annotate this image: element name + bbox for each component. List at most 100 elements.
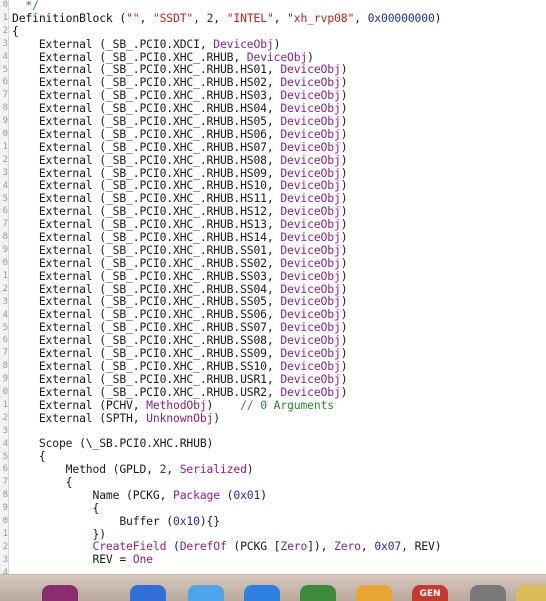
code-token: DefinitionBlock ( [12, 10, 127, 25]
code-token: Buffer ( [12, 513, 173, 528]
dock-app-8-icon[interactable] [470, 585, 506, 601]
code-token: , [193, 10, 207, 25]
code-token: DeviceObj [280, 268, 341, 283]
code-token: DeviceObj [280, 230, 341, 245]
code-token: External (_SB_.PCI0.XHC_.RHUB.SS03, [12, 268, 281, 283]
code-token: ) [340, 371, 348, 386]
code-token: ) [340, 152, 348, 167]
code-token: External (_SB_.PCI0.XHC_.RHUB.HS04, [12, 101, 281, 116]
code-token: ) [340, 281, 348, 296]
code-token: DeviceObj [280, 294, 341, 309]
code-token: // 0 Arguments [240, 397, 334, 412]
code-token: ) [340, 230, 348, 245]
code-token: ) [340, 191, 348, 206]
code-token: External (_SB_.PCI0.XHC_.RHUB.SS10, [12, 358, 281, 373]
code-token: UnknownObj [146, 410, 214, 425]
code-token: ) [340, 165, 348, 180]
line-number: 5 [2, 451, 8, 462]
code-token: ) [340, 358, 348, 373]
code-token: External (_SB_.PCI0.XHC_.RHUB.USR2, [12, 384, 281, 399]
code-token: 0x07 [374, 539, 402, 554]
code-token: Package [173, 487, 220, 502]
code-token: External (_SB_.PCI0.XHC_.RHUB.HS14, [12, 230, 281, 245]
code-token: ) [213, 410, 220, 425]
code-token: ) [246, 462, 254, 477]
line-number: 9 [2, 374, 8, 385]
code-token: External (_SB_.PCI0.XHC_.RHUB, [12, 49, 247, 64]
line-number: 2 [2, 25, 8, 36]
line-number: 6 [2, 335, 8, 346]
code-token: DeviceObj [280, 307, 341, 322]
code-token: External (_SB_.PCI0.XHC_.RHUB.SS07, [12, 320, 281, 335]
code-token: }) [12, 526, 106, 541]
code-token: ) [340, 242, 348, 257]
code-token: ) [340, 204, 348, 219]
dock-app-7-icon[interactable]: GEN [412, 585, 448, 601]
line-number: 0 [2, 516, 8, 526]
code-token: ) [340, 88, 348, 103]
line-number: 2 [2, 154, 8, 165]
code-line: REV = One [12, 553, 546, 566]
code-token: External (_SB_.PCI0.XHC_.RHUB.HS03, [12, 88, 281, 103]
dock-app-4-icon[interactable] [244, 585, 280, 601]
code-token: DeviceObj [280, 242, 341, 257]
code-token: , [354, 10, 368, 25]
code-token: DeviceObj [280, 384, 341, 399]
code-token: External (_SB_.PCI0.XHC_.RHUB.HS10, [12, 178, 281, 193]
code-token: 0x00000000 [367, 10, 435, 25]
code-token: ) [340, 178, 348, 193]
dock: GEN [0, 574, 546, 601]
code-token: ( [219, 487, 234, 502]
dock-app-6-icon[interactable] [356, 585, 392, 601]
code-token: Method (GPLD, [12, 462, 160, 477]
code-token: External (_SB_.PCI0.XHC_.RHUB.HS05, [12, 114, 281, 129]
line-number: 3 [2, 296, 8, 307]
code-token: { [12, 23, 19, 38]
code-token: ){} [199, 513, 220, 528]
code-token: ) [340, 384, 348, 399]
line-number: 6 [2, 206, 8, 217]
code-token: ) [340, 62, 348, 77]
code-line: DefinitionBlock ("", "SSDT", 2, "INTEL",… [12, 10, 546, 25]
dock-app-9-icon[interactable] [516, 585, 546, 601]
vertical-scrollbar[interactable] [541, 0, 546, 574]
code-text[interactable]: */DefinitionBlock ("", "SSDT", 2, "INTEL… [12, 0, 546, 566]
code-token: 0x01 [233, 487, 261, 502]
code-token: "INTEL" [226, 10, 274, 25]
code-token: DeviceObj [280, 114, 341, 129]
code-token: ) [340, 75, 348, 90]
line-number: 7 [2, 90, 8, 101]
code-token: DeviceObj [280, 101, 341, 116]
dock-app-2-icon[interactable] [130, 585, 166, 601]
code-line: Method (GPLD, 2, Serialized) [12, 463, 546, 476]
code-token: DeviceObj [280, 320, 341, 335]
line-number: 4 [2, 567, 8, 574]
code-token: ) [340, 320, 348, 335]
code-token: External (_SB_.PCI0.XHC_.RHUB.SS05, [12, 294, 281, 309]
line-number: 4 [2, 180, 8, 191]
code-token: External (_SB_.PCI0.XHC_.RHUB.HS06, [12, 126, 281, 141]
code-token: DeviceObj [280, 281, 341, 296]
dock-badge-label: GEN [419, 589, 441, 599]
dock-app-3-icon[interactable] [188, 585, 224, 601]
code-token: DeviceObj [280, 126, 341, 141]
code-token: Name (PCKG, [12, 487, 173, 502]
code-token: ]), [307, 539, 335, 554]
code-token: CreateField [92, 539, 167, 554]
code-token: External (_SB_.PCI0.XHC_.RHUB.HS07, [12, 139, 281, 154]
code-token: REV = [12, 552, 133, 567]
dock-app-1-icon[interactable] [42, 585, 78, 601]
code-token: , [360, 539, 375, 554]
code-token: ) [340, 139, 348, 154]
code-token: ) [340, 217, 348, 232]
code-token: , [273, 10, 288, 25]
code-token: ) [340, 333, 348, 348]
dock-app-5-icon[interactable] [300, 585, 336, 601]
code-editor[interactable]: 0 1 2 3 4 5 6 7 8 9 0 1 2 3 4 5 6 7 8 9 0 1 2 3 4 5 6 7 8 9 0 1 2 3 4 5 6 7 8 9… [0, 0, 546, 574]
code-token: ) [340, 268, 348, 283]
line-number: 8 [2, 232, 8, 243]
code-token: DeviceObj [280, 165, 341, 180]
code-token: "xh_rvp08" [287, 10, 355, 25]
code-token: { [12, 474, 73, 489]
line-number: 4 [2, 51, 8, 62]
